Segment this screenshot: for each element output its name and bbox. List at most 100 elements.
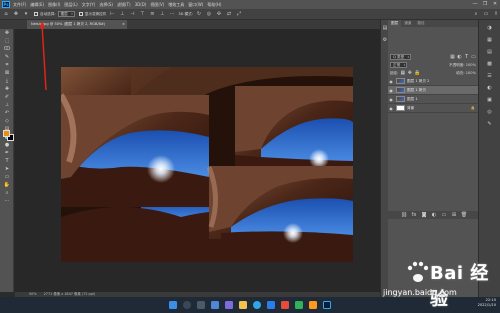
- lock-position-icon[interactable]: ✥: [407, 69, 412, 77]
- menu-layer[interactable]: 图层(L): [64, 2, 77, 8]
- task-view-icon[interactable]: [197, 301, 205, 309]
- teams-icon[interactable]: [225, 301, 233, 309]
- menu-select[interactable]: 选择(S): [99, 2, 113, 8]
- link-icon[interactable]: ⛓: [400, 211, 408, 219]
- filter-pixel-icon[interactable]: ▦: [450, 53, 455, 61]
- menu-filter[interactable]: 滤镜(T): [117, 2, 131, 8]
- type-tool-icon[interactable]: T: [2, 158, 12, 165]
- menu-view[interactable]: 视图(V): [150, 2, 164, 8]
- maximize-button[interactable]: ❐: [480, 0, 490, 9]
- search-icon[interactable]: [183, 301, 191, 309]
- 3d-pan-icon[interactable]: ✣: [215, 10, 223, 18]
- layer-row-selected[interactable]: ◉ 图层 1 拷贝: [388, 86, 478, 95]
- layer-kind-filter[interactable]: Q 类型: [390, 54, 412, 60]
- history-brush-tool-icon[interactable]: ↶: [2, 110, 12, 117]
- tool-preset-dropdown[interactable]: ▾: [22, 10, 30, 18]
- move-tool-icon[interactable]: ✥: [2, 30, 12, 37]
- 3d-scale-icon[interactable]: ⤢: [235, 10, 243, 18]
- fx-icon[interactable]: fx: [410, 211, 418, 219]
- search-icon[interactable]: ⌕: [472, 10, 480, 18]
- crop-tool-icon[interactable]: ⌗: [2, 62, 12, 69]
- menu-file[interactable]: 文件(F): [13, 2, 26, 8]
- menu-plugins[interactable]: 增效工具: [168, 2, 184, 8]
- lasso-tool-icon[interactable]: ↀ: [2, 46, 12, 53]
- opacity-field[interactable]: 不透明度: 100%: [449, 63, 476, 68]
- lock-pixels-icon[interactable]: ▦: [400, 69, 406, 77]
- tab-channels[interactable]: 通道: [401, 20, 415, 27]
- more-tools-icon[interactable]: ⋯: [2, 198, 12, 205]
- edge-icon[interactable]: [253, 301, 261, 309]
- frame-tool-icon[interactable]: ⊠: [2, 70, 12, 77]
- align-left-icon[interactable]: ⊢: [108, 10, 116, 18]
- marquee-tool-icon[interactable]: ⬚: [2, 38, 12, 45]
- 3d-rotate-icon[interactable]: ↻: [195, 10, 203, 18]
- group-icon[interactable]: ▭: [440, 211, 448, 219]
- browser-icon[interactable]: [309, 301, 317, 309]
- shape-tool-icon[interactable]: ▭: [2, 174, 12, 181]
- auto-select-checkbox[interactable]: [34, 12, 38, 16]
- align-top-icon[interactable]: ⊤: [138, 10, 146, 18]
- zoom-tool-icon[interactable]: ⌕: [2, 190, 12, 197]
- healing-tool-icon[interactable]: ✚: [2, 86, 12, 93]
- trash-icon[interactable]: 🗑: [460, 211, 468, 219]
- minimize-button[interactable]: —: [470, 0, 480, 9]
- fill-field[interactable]: 填充: 100%: [456, 71, 476, 76]
- adjust-icon[interactable]: ◐: [430, 211, 438, 219]
- zoom-level[interactable]: 50%: [29, 292, 37, 296]
- share-icon[interactable]: ⇪: [492, 10, 500, 18]
- file-explorer-icon[interactable]: [239, 301, 247, 309]
- photoshop-taskbar-icon[interactable]: [323, 301, 331, 309]
- menu-window[interactable]: 窗口(W): [188, 2, 203, 8]
- 3d-roll-icon[interactable]: ◎: [205, 10, 213, 18]
- start-icon[interactable]: [169, 301, 177, 309]
- menu-help[interactable]: 帮助(H): [207, 2, 221, 8]
- visibility-eye-icon[interactable]: ◉: [388, 97, 394, 102]
- adjustments-panel-icon[interactable]: ◐: [486, 84, 494, 92]
- home-icon[interactable]: ⌂: [2, 10, 10, 18]
- align-bottom-icon[interactable]: ⊥: [158, 10, 166, 18]
- foreground-color-swatch[interactable]: [3, 130, 10, 137]
- stamp-tool-icon[interactable]: ⊥: [2, 102, 12, 109]
- path-select-tool-icon[interactable]: ➤: [2, 166, 12, 173]
- hand-tool-icon[interactable]: ✋: [2, 182, 12, 189]
- tab-layers[interactable]: 图层: [388, 20, 402, 27]
- align-middle-icon[interactable]: ≡: [148, 10, 156, 18]
- workspace-icon[interactable]: ▭: [482, 10, 490, 18]
- document-canvas[interactable]: [61, 67, 353, 262]
- gradient-panel-icon[interactable]: ▤: [486, 48, 494, 56]
- visibility-eye-icon[interactable]: ◉: [388, 88, 394, 93]
- layer-row[interactable]: ◉ 背景 🔒: [388, 104, 478, 113]
- close-tab-button[interactable]: ×: [122, 20, 125, 29]
- new-layer-icon[interactable]: ⊞: [450, 211, 458, 219]
- libraries-panel-icon[interactable]: ▣: [486, 96, 494, 104]
- wechat-icon[interactable]: [295, 301, 303, 309]
- menu-edit[interactable]: 编辑(E): [30, 2, 44, 8]
- tab-paths[interactable]: 路径: [414, 20, 428, 27]
- filter-adjust-icon[interactable]: ◐: [457, 53, 462, 61]
- menu-image[interactable]: 图像(I): [48, 2, 60, 8]
- visibility-eye-icon[interactable]: ◉: [388, 106, 394, 111]
- eyedropper-tool-icon[interactable]: ⤓: [2, 78, 12, 85]
- menu-3d[interactable]: 3D(D): [135, 2, 147, 7]
- blend-mode-dropdown[interactable]: 正常: [390, 62, 408, 68]
- layer-row[interactable]: ◉ 图层 1: [388, 95, 478, 104]
- patterns-panel-icon[interactable]: ▩: [486, 60, 494, 68]
- properties-panel-icon[interactable]: ☰: [486, 72, 494, 80]
- auto-select-dropdown[interactable]: 图层: [57, 11, 75, 17]
- transform-controls-checkbox[interactable]: [78, 12, 83, 16]
- lock-all-icon[interactable]: 🔒: [414, 69, 420, 77]
- more-options-icon[interactable]: ⋯: [168, 10, 176, 18]
- eraser-tool-icon[interactable]: ◇: [2, 118, 12, 125]
- pen-tool-icon[interactable]: ✒: [2, 150, 12, 157]
- widgets-icon[interactable]: [211, 301, 219, 309]
- filter-type-icon[interactable]: T: [464, 53, 469, 61]
- app-icon[interactable]: [281, 301, 289, 309]
- store-icon[interactable]: [267, 301, 275, 309]
- channels-panel-icon[interactable]: ◎: [486, 108, 494, 116]
- move-tool-icon[interactable]: ✥: [12, 10, 20, 18]
- 3d-slide-icon[interactable]: ⇄: [225, 10, 233, 18]
- align-right-icon[interactable]: ⊣: [128, 10, 136, 18]
- brush-tool-icon[interactable]: ✐: [2, 94, 12, 101]
- filter-shape-icon[interactable]: ▭: [471, 53, 476, 61]
- menu-type[interactable]: 文字(Y): [82, 2, 96, 8]
